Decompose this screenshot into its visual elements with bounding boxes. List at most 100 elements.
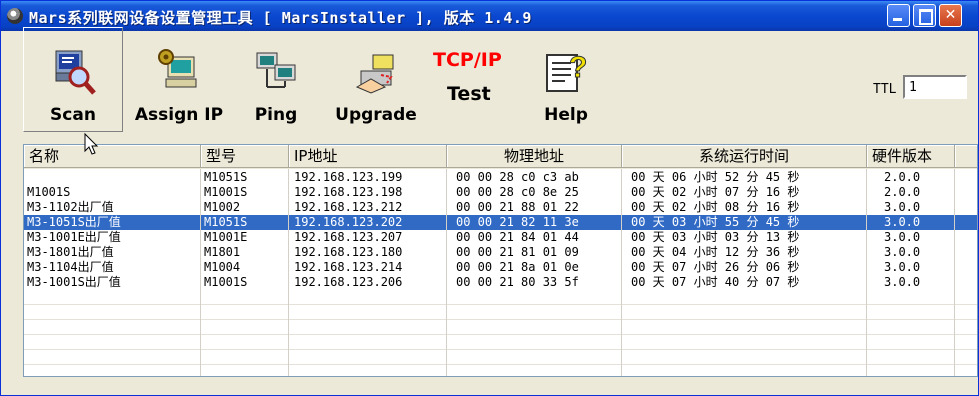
cell-mac: 00 00 28 c0 c3 ab: [456, 170, 579, 184]
computer-gear-icon: [154, 47, 204, 97]
cell-name: M3-1051S出厂值: [27, 215, 121, 229]
cell-mac: 00 00 21 84 01 44: [456, 230, 579, 244]
cell-model: M1002: [204, 200, 241, 214]
cell-ip: 192.168.123.207: [294, 230, 403, 244]
column-header-name[interactable]: 名称: [24, 145, 201, 168]
column-header-model[interactable]: 型号: [201, 145, 289, 168]
table-row[interactable]: M3-1001S出厂值 M1001S 192.168.123.206 00 00 21…: [24, 275, 977, 290]
list-header: 名称 型号 IP地址 物理地址 系统运行时间 硬件版本: [24, 145, 977, 169]
maximize-icon: [919, 9, 933, 25]
test-label: Test: [447, 83, 491, 105]
grid-line: [200, 169, 201, 376]
cell-ip: 192.168.123.206: [294, 275, 403, 289]
mouse-cursor-icon: [84, 132, 99, 155]
cell-mac: 00 00 21 80 33 5f: [456, 275, 579, 289]
cell-name: M3-1001S出厂值: [27, 275, 121, 289]
tcpip-label: TCP/IP: [433, 49, 502, 71]
close-icon: ✕: [944, 7, 957, 23]
network-computers-icon: [251, 47, 301, 97]
cell-model: M1001E: [204, 230, 248, 244]
grid-line: [621, 169, 622, 376]
ttl-label: TTL: [873, 82, 897, 97]
window-title: Mars系列联网设备设置管理工具 [ MarsInstaller ], 版本 1…: [29, 9, 532, 27]
column-header-hw-version[interactable]: 硬件版本: [867, 145, 955, 168]
table-row[interactable]: M3-1104出厂值 M1004 192.168.123.214 00 00 21 8…: [24, 260, 977, 275]
table-row[interactable]: M3-1001E出厂值 M1001E 192.168.123.207 00 00 21…: [24, 230, 977, 245]
table-row[interactable]: M1051S 192.168.123.199 00 00 28 c0 c3 ab 00…: [24, 170, 977, 185]
upgrade-button[interactable]: Upgrade: [326, 35, 426, 135]
grid-line: [866, 169, 867, 376]
cell-model: M1801: [204, 245, 241, 259]
cell-uptime: 00 天 07 小时 40 分 07 秒: [631, 275, 800, 289]
column-header-uptime[interactable]: 系统运行时间: [622, 145, 867, 168]
ping-label: Ping: [254, 105, 298, 125]
table-row[interactable]: M3-1801出厂值 M1801 192.168.123.180 00 00 21 8…: [24, 245, 977, 260]
cell-model: M1004: [204, 260, 241, 274]
cell-name: M3-1001E出厂值: [27, 230, 121, 244]
table-row[interactable]: M3-1051S出厂值 M1051S 192.168.123.202 00 00 21…: [24, 215, 977, 230]
cell-uptime: 00 天 06 小时 52 分 45 秒: [631, 170, 800, 184]
cell-ip: 192.168.123.212: [294, 200, 403, 214]
magnifier-computer-icon: [48, 47, 98, 97]
table-row[interactable]: M3-1102出厂值 M1002 192.168.123.212 00 00 21 8…: [24, 200, 977, 215]
row-separator: [24, 304, 977, 305]
cell-ip: 192.168.123.202: [294, 215, 403, 229]
cell-hw-version: 3.0.0: [884, 200, 921, 214]
app-icon[interactable]: [7, 8, 23, 24]
tcpip-test-button[interactable]: TCP/IP Test: [426, 35, 516, 135]
row-separator: [24, 334, 977, 335]
cell-uptime: 00 天 02 小时 07 分 16 秒: [631, 185, 800, 199]
column-header-ip[interactable]: IP地址: [289, 145, 447, 168]
cell-name: M1001S: [27, 185, 71, 199]
cell-uptime: 00 天 03 小时 03 分 13 秒: [631, 230, 800, 244]
cell-name: M3-1801出厂值: [27, 245, 114, 259]
cell-hw-version: 3.0.0: [884, 230, 921, 244]
maximize-button[interactable]: [913, 4, 936, 27]
grid-line: [288, 169, 289, 376]
row-separator: [24, 319, 977, 320]
cell-uptime: 00 天 07 小时 26 分 06 秒: [631, 260, 800, 274]
app-window: Mars系列联网设备设置管理工具 [ MarsInstaller ], 版本 1…: [0, 0, 979, 396]
cell-hw-version: 2.0.0: [884, 185, 921, 199]
cell-hw-version: 3.0.0: [884, 260, 921, 274]
help-document-icon: ?: [541, 47, 591, 97]
toolbar: Scan Assign IP Ping Upgrade TCP/IP Test …: [1, 27, 978, 144]
cell-ip: 192.168.123.180: [294, 245, 403, 259]
device-list[interactable]: 名称 型号 IP地址 物理地址 系统运行时间 硬件版本 M1051S 192.16…: [23, 144, 978, 377]
cell-name: M3-1102出厂值: [27, 200, 114, 214]
upgrade-label: Upgrade: [335, 105, 417, 125]
upgrade-hand-icon: [351, 47, 401, 97]
scan-button[interactable]: Scan: [23, 35, 123, 135]
minimize-button[interactable]: [887, 4, 910, 27]
cell-hw-version: 3.0.0: [884, 245, 921, 259]
cell-mac: 00 00 28 c0 8e 25: [456, 185, 579, 199]
cell-mac: 00 00 21 81 01 09: [456, 245, 579, 259]
row-separator: [24, 364, 977, 365]
row-separator: [24, 349, 977, 350]
cell-ip: 192.168.123.199: [294, 170, 403, 184]
cell-ip: 192.168.123.214: [294, 260, 403, 274]
scan-label: Scan: [50, 105, 96, 125]
assign-ip-button[interactable]: Assign IP: [129, 35, 229, 135]
close-button[interactable]: ✕: [939, 4, 962, 27]
assign-ip-label: Assign IP: [134, 105, 224, 125]
table-row[interactable]: M1001S M1001S 192.168.123.198 00 00 28 c0 8…: [24, 185, 977, 200]
column-header-mac[interactable]: 物理地址: [447, 145, 622, 168]
cell-hw-version: 3.0.0: [884, 215, 921, 229]
grid-line: [954, 169, 955, 376]
cell-model: M1051S: [204, 215, 248, 229]
column-header-extra: [955, 145, 977, 168]
help-button[interactable]: ? Help: [521, 35, 611, 135]
cell-uptime: 00 天 03 小时 55 分 45 秒: [631, 215, 800, 229]
cell-mac: 00 00 21 82 11 3e: [456, 215, 579, 229]
ttl-input[interactable]: [903, 75, 967, 99]
cell-uptime: 00 天 02 小时 08 分 16 秒: [631, 200, 800, 214]
title-bar[interactable]: Mars系列联网设备设置管理工具 [ MarsInstaller ], 版本 1…: [1, 1, 978, 31]
cell-mac: 00 00 21 8a 01 0e: [456, 260, 579, 274]
cell-model: M1001S: [204, 185, 248, 199]
cell-hw-version: 3.0.0: [884, 275, 921, 289]
cell-model: M1001S: [204, 275, 248, 289]
cell-uptime: 00 天 04 小时 12 分 36 秒: [631, 245, 800, 259]
ping-button[interactable]: Ping: [236, 35, 316, 135]
help-label: Help: [544, 105, 588, 125]
